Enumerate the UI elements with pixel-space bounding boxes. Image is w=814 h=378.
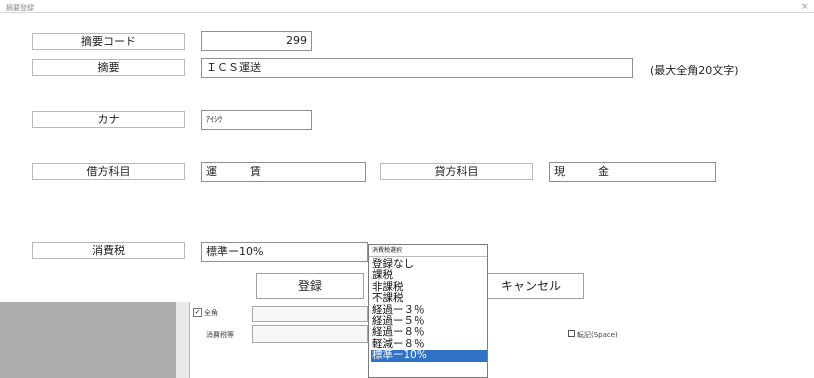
register-button[interactable]: 登録 [256, 273, 364, 299]
summary-length-note: (最大全角20文字) [650, 64, 739, 77]
tax-selection-list: 登録なし 課税 非課税 不課税 経過ー３％ 経過ー５％ 経過ー８％ 軽減ー８％ … [371, 258, 487, 362]
cancel-button[interactable]: キャンセル [478, 273, 584, 299]
background-sidebar [0, 302, 176, 378]
background-checkbox[interactable]: ✓ [193, 308, 202, 317]
credit-account-label: 貸方科目 [380, 163, 533, 180]
title-divider [0, 12, 814, 13]
tax-label: 消費税 [32, 242, 185, 259]
background-tax-label: 消費税等 [206, 331, 234, 339]
close-icon[interactable]: × [801, 2, 809, 12]
background-sidebar-edge [176, 302, 190, 378]
tax-selection-title: 消費税選択 [372, 247, 403, 254]
debit-account-field[interactable]: 運 賃 [201, 162, 366, 182]
background-tax-field[interactable] [252, 325, 368, 343]
credit-account-field[interactable]: 現 金 [549, 162, 716, 182]
summary-label: 摘要 [32, 59, 185, 76]
tax-field[interactable]: 標準ー10% [201, 242, 368, 262]
background-field-top[interactable] [252, 306, 368, 322]
code-field[interactable]: 299 [201, 31, 312, 51]
background-divider [189, 302, 190, 378]
tax-option[interactable]: 不課税 [371, 292, 487, 304]
debit-account-label: 借方科目 [32, 163, 185, 180]
background-checkbox-label: 全角 [204, 309, 218, 317]
kana-field[interactable]: ｱｲｼｳ [201, 110, 312, 130]
code-label: 摘要コード [32, 33, 185, 50]
background-transfer-label: 転記(Space) [577, 331, 618, 339]
kana-label: カナ [32, 111, 185, 128]
background-transfer-checkbox[interactable] [568, 330, 575, 337]
summary-field[interactable]: ＩＣＳ運送 [201, 58, 633, 78]
tax-option-selected[interactable]: 標準ー10% [371, 349, 487, 362]
tax-selection-title-divider [369, 256, 487, 257]
